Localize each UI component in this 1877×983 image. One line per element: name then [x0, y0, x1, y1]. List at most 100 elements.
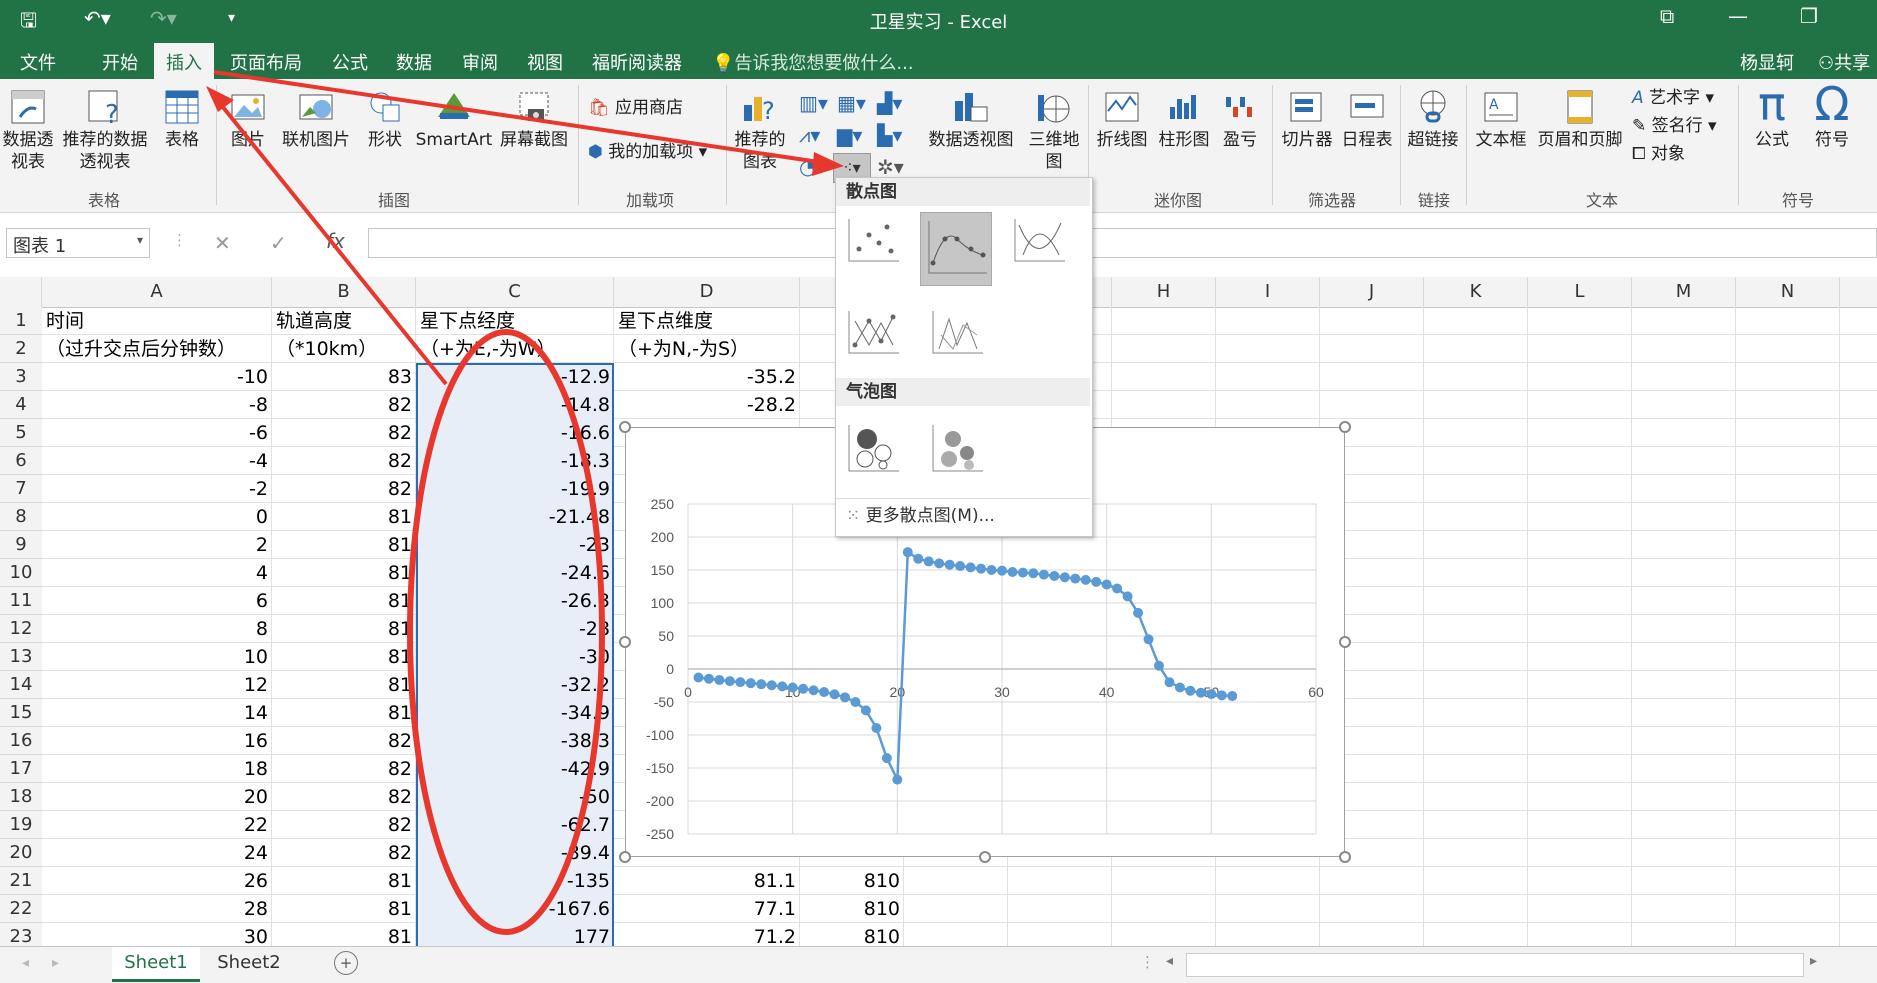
tab-foxit[interactable]: 福昕阅读器 [592, 49, 682, 75]
cell-b[interactable]: （*10km） [272, 335, 416, 363]
ribbon-display-icon[interactable]: ⧉ [1660, 4, 1674, 28]
cell-d[interactable]: 星下点维度 [614, 307, 800, 335]
scatter-straight-markers-option[interactable] [842, 304, 904, 360]
row-header[interactable]: 18 [0, 783, 42, 811]
column-header-n[interactable]: N [1736, 277, 1840, 307]
row-header[interactable]: 14 [0, 671, 42, 699]
cell-b[interactable]: 81 [272, 867, 416, 895]
column-header-j[interactable]: J [1320, 277, 1424, 307]
tab-split-handle[interactable]: ⋮ [1140, 953, 1155, 971]
cell-a[interactable]: -10 [42, 363, 272, 391]
cell-c[interactable]: -14.8 [416, 391, 614, 419]
object-button[interactable]: ⧠ 对象 [1632, 143, 1685, 165]
cell-d[interactable]: -35.2 [614, 363, 800, 391]
column-header-c[interactable]: C [416, 277, 614, 307]
cell-c[interactable]: -50 [416, 783, 614, 811]
winloss-button[interactable]: 盈亏 [1216, 87, 1264, 151]
tab-data[interactable]: 数据 [396, 49, 432, 75]
column-header-a[interactable]: A [42, 277, 272, 307]
chart-resize-handle-bl[interactable] [619, 851, 631, 863]
add-sheet-button[interactable]: + [334, 951, 358, 975]
table-button[interactable]: 表格 [158, 87, 206, 151]
enter-icon[interactable]: ✓ [270, 231, 287, 255]
fx-icon[interactable]: fx [326, 229, 345, 253]
line-chart-icon[interactable]: ⩘▾ [799, 123, 820, 147]
more-scatter-charts-link[interactable]: ⁙ 更多散点图(M)... [846, 502, 1086, 530]
name-box-dropdown-icon[interactable]: ▾ [137, 233, 143, 247]
cell-a[interactable]: （过升交点后分钟数） [42, 335, 272, 363]
cell-a[interactable]: 16 [42, 727, 272, 755]
cell-b[interactable]: 82 [272, 475, 416, 503]
maximize-icon[interactable]: ❐ [1800, 4, 1818, 28]
cell-b[interactable]: 82 [272, 783, 416, 811]
3d-map-button[interactable]: 三维地图 [1026, 87, 1082, 173]
scroll-left-icon[interactable]: ◂ [1166, 953, 1173, 969]
cell-c[interactable]: -16.6 [416, 419, 614, 447]
tab-review[interactable]: 审阅 [462, 49, 498, 75]
waterfall-chart-icon[interactable]: ▟▾ [877, 91, 902, 115]
row-header[interactable]: 12 [0, 615, 42, 643]
row-header[interactable]: 17 [0, 755, 42, 783]
scatter-smooth-option[interactable] [1008, 212, 1070, 268]
recommended-charts-button[interactable]: ? 推荐的图表 [732, 87, 788, 173]
cell-d[interactable]: 71.2 [614, 923, 800, 946]
pivot-table-button[interactable]: 数据透视表 [2, 87, 54, 173]
cell-c[interactable]: -38.3 [416, 727, 614, 755]
next-sheet-icon[interactable]: ▸ [52, 955, 59, 971]
chart-resize-handle-br[interactable] [1339, 851, 1351, 863]
cell-d[interactable]: 81.1 [614, 867, 800, 895]
column-chart-icon[interactable]: ▥▾ [799, 91, 828, 115]
cell-b[interactable]: 82 [272, 839, 416, 867]
cell-b[interactable]: 82 [272, 391, 416, 419]
online-picture-button[interactable]: 联机图片 [276, 87, 356, 151]
chart-resize-handle-tr[interactable] [1339, 421, 1351, 433]
cell-e[interactable]: 810 [800, 895, 904, 923]
cell-a[interactable]: 18 [42, 755, 272, 783]
row-header[interactable]: 15 [0, 699, 42, 727]
scatter-straight-option[interactable] [926, 304, 988, 360]
store-button[interactable]: 🛍 应用商店 [588, 97, 683, 119]
recommended-pivot-button[interactable]: ? 推荐的数据透视表 [62, 87, 148, 173]
row-header[interactable]: 6 [0, 447, 42, 475]
cell-c[interactable]: -19.9 [416, 475, 614, 503]
cell-c[interactable]: -89.4 [416, 839, 614, 867]
textbox-button[interactable]: A 文本框 [1472, 87, 1530, 151]
cell-a[interactable]: -8 [42, 391, 272, 419]
row-header[interactable]: 1 [0, 307, 42, 335]
column-header-b[interactable]: B [272, 277, 416, 307]
cell-b[interactable]: 83 [272, 363, 416, 391]
cell-c[interactable]: -62.7 [416, 811, 614, 839]
cell-a[interactable]: 0 [42, 503, 272, 531]
row-header[interactable]: 5 [0, 419, 42, 447]
row-header[interactable]: 13 [0, 643, 42, 671]
row-header[interactable]: 23 [0, 923, 42, 946]
chart-resize-handle-tl[interactable] [619, 421, 631, 433]
cell-b[interactable]: 81 [272, 587, 416, 615]
shapes-button[interactable]: 形状 [362, 87, 408, 151]
column-header-k[interactable]: K [1424, 277, 1528, 307]
cell-e[interactable]: 810 [800, 867, 904, 895]
formula-input[interactable] [368, 228, 1877, 258]
cell-c[interactable]: -42.9 [416, 755, 614, 783]
cell-c[interactable]: -24.6 [416, 559, 614, 587]
cell-b[interactable]: 82 [272, 811, 416, 839]
cell-a[interactable]: 12 [42, 671, 272, 699]
smartart-button[interactable]: SmartArt [412, 87, 496, 151]
cell-a[interactable]: 8 [42, 615, 272, 643]
cell-b[interactable]: 81 [272, 531, 416, 559]
tab-layout[interactable]: 页面布局 [230, 49, 302, 75]
statistic-chart-icon[interactable]: ▆▾ [837, 123, 862, 147]
cell-d[interactable]: 77.1 [614, 895, 800, 923]
row-header[interactable]: 2 [0, 335, 42, 363]
scatter-smooth-markers-option[interactable] [920, 212, 992, 286]
cell-b[interactable]: 82 [272, 419, 416, 447]
cell-c[interactable]: -18.3 [416, 447, 614, 475]
cell-b[interactable]: 81 [272, 643, 416, 671]
cell-a[interactable]: -4 [42, 447, 272, 475]
my-addins-button[interactable]: ⬢ 我的加载项 ▾ [588, 141, 707, 163]
line-sparkline-button[interactable]: 折线图 [1094, 87, 1150, 151]
cell-c[interactable]: -135 [416, 867, 614, 895]
row-header[interactable]: 9 [0, 531, 42, 559]
column-header-i[interactable]: I [1216, 277, 1320, 307]
signature-button[interactable]: ✎ 签名行 ▾ [1632, 115, 1717, 137]
